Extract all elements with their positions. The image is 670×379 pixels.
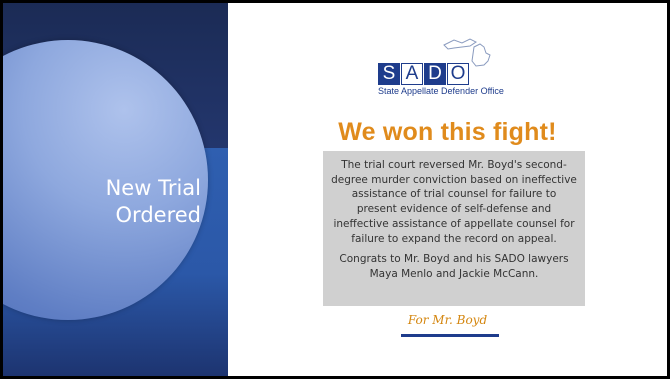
congrats-paragraph: Congrats to Mr. Boyd and his SADO lawyer… [339,253,569,280]
headline: We won this fight! [338,118,557,146]
logo-letter-s: S [378,63,400,85]
sado-wordmark: S A D O [378,63,469,85]
signature-underline [401,334,499,337]
logo-letter-d: D [424,63,446,85]
logo-subtitle: State Appellate Defender Office [378,86,504,96]
logo-letter-a: A [401,63,423,85]
left-panel: New Trial Ordered [3,3,228,376]
sado-logo: S A D O State Appellate Defender Office [376,35,526,115]
signature: For Mr. Boyd [407,313,488,327]
slide-title: New Trial Ordered [105,176,201,227]
logo-letter-o: O [447,63,469,85]
content-area: S A D O State Appellate Defender Office … [228,3,667,376]
summary-paragraph: The trial court reversed Mr. Boyd's seco… [331,159,577,245]
slide: New Trial Ordered S A D O State Appellat… [3,3,667,376]
summary-box: The trial court reversed Mr. Boyd's seco… [323,151,585,306]
